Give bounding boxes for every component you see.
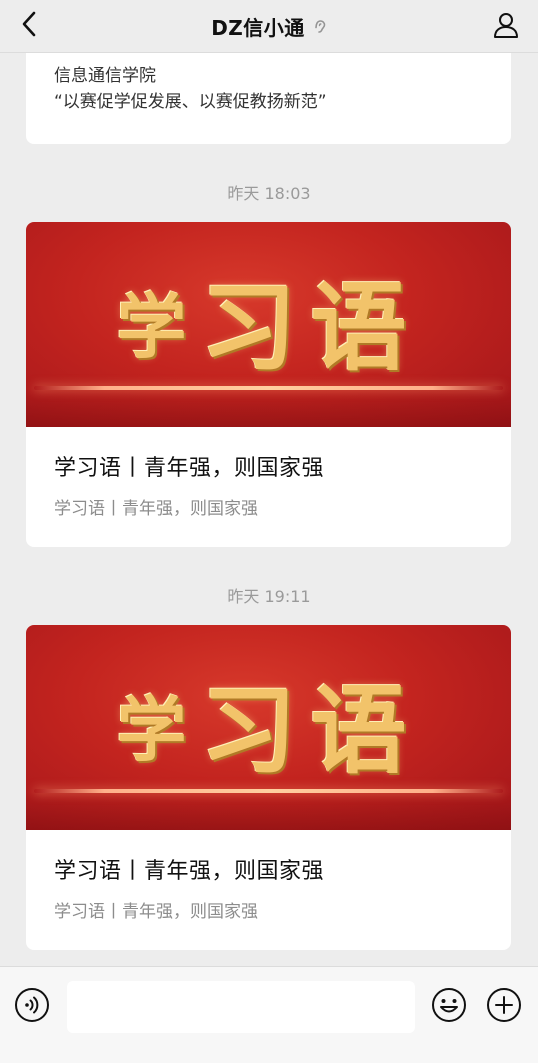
banner-chars-xiyu: 习语: [200, 674, 421, 787]
plus-icon: [487, 988, 521, 1022]
banner-calligraphy: 学习语: [26, 250, 511, 389]
banner-chars-xiyu: 习语: [200, 271, 421, 384]
profile-button[interactable]: [492, 11, 520, 39]
chat-input-bar: [0, 966, 538, 1063]
back-button[interactable]: [16, 10, 44, 38]
article-subtitle: 学习语丨青年强，则国家强: [54, 902, 258, 922]
previous-article-card[interactable]: 信息通信学院 “以赛促学促发展、以赛促教扬新范”: [26, 52, 511, 144]
banner-glow-line: [34, 386, 503, 390]
article-banner-image: 学习语: [26, 222, 511, 427]
article-title: 学习语丨青年强，则国家强: [54, 456, 325, 481]
banner-shade: [26, 389, 511, 427]
message-timestamp: 昨天 19:11: [227, 587, 311, 606]
chat-title: DZ信小通: [211, 15, 305, 40]
previous-article-line2: “以赛促学促发展、以赛促教扬新范”: [54, 92, 327, 112]
banner-glow-line: [34, 789, 503, 793]
chat-title-wrap: DZ信小通: [211, 12, 327, 41]
banner-char-xue: 学: [116, 688, 201, 771]
chevron-left-icon: [22, 11, 36, 37]
user-icon: [494, 13, 518, 38]
article-card[interactable]: 学习语 学习语丨青年强，则国家强 学习语丨青年强，则国家强: [26, 222, 511, 547]
emoji-icon: [432, 988, 466, 1022]
banner-calligraphy: 学习语: [26, 653, 511, 792]
voice-icon: [15, 988, 49, 1022]
emoji-button[interactable]: [431, 987, 467, 1023]
article-card[interactable]: 学习语 学习语丨青年强，则国家强 学习语丨青年强，则国家强: [26, 625, 511, 950]
more-button[interactable]: [486, 987, 522, 1023]
banner-shade: [26, 792, 511, 830]
message-input[interactable]: [67, 981, 415, 1033]
ear-icon: [311, 18, 327, 34]
article-title: 学习语丨青年强，则国家强: [54, 859, 325, 884]
chat-header: DZ信小通: [0, 0, 538, 53]
previous-article-line1: 信息通信学院: [54, 66, 156, 86]
banner-char-xue: 学: [116, 285, 201, 368]
chat-message-list[interactable]: 信息通信学院 “以赛促学促发展、以赛促教扬新范” 昨天 18:03 学习语 学习…: [0, 52, 538, 966]
voice-button[interactable]: [14, 987, 50, 1023]
message-timestamp: 昨天 18:03: [227, 184, 311, 203]
article-banner-image: 学习语: [26, 625, 511, 830]
article-subtitle: 学习语丨青年强，则国家强: [54, 499, 258, 519]
